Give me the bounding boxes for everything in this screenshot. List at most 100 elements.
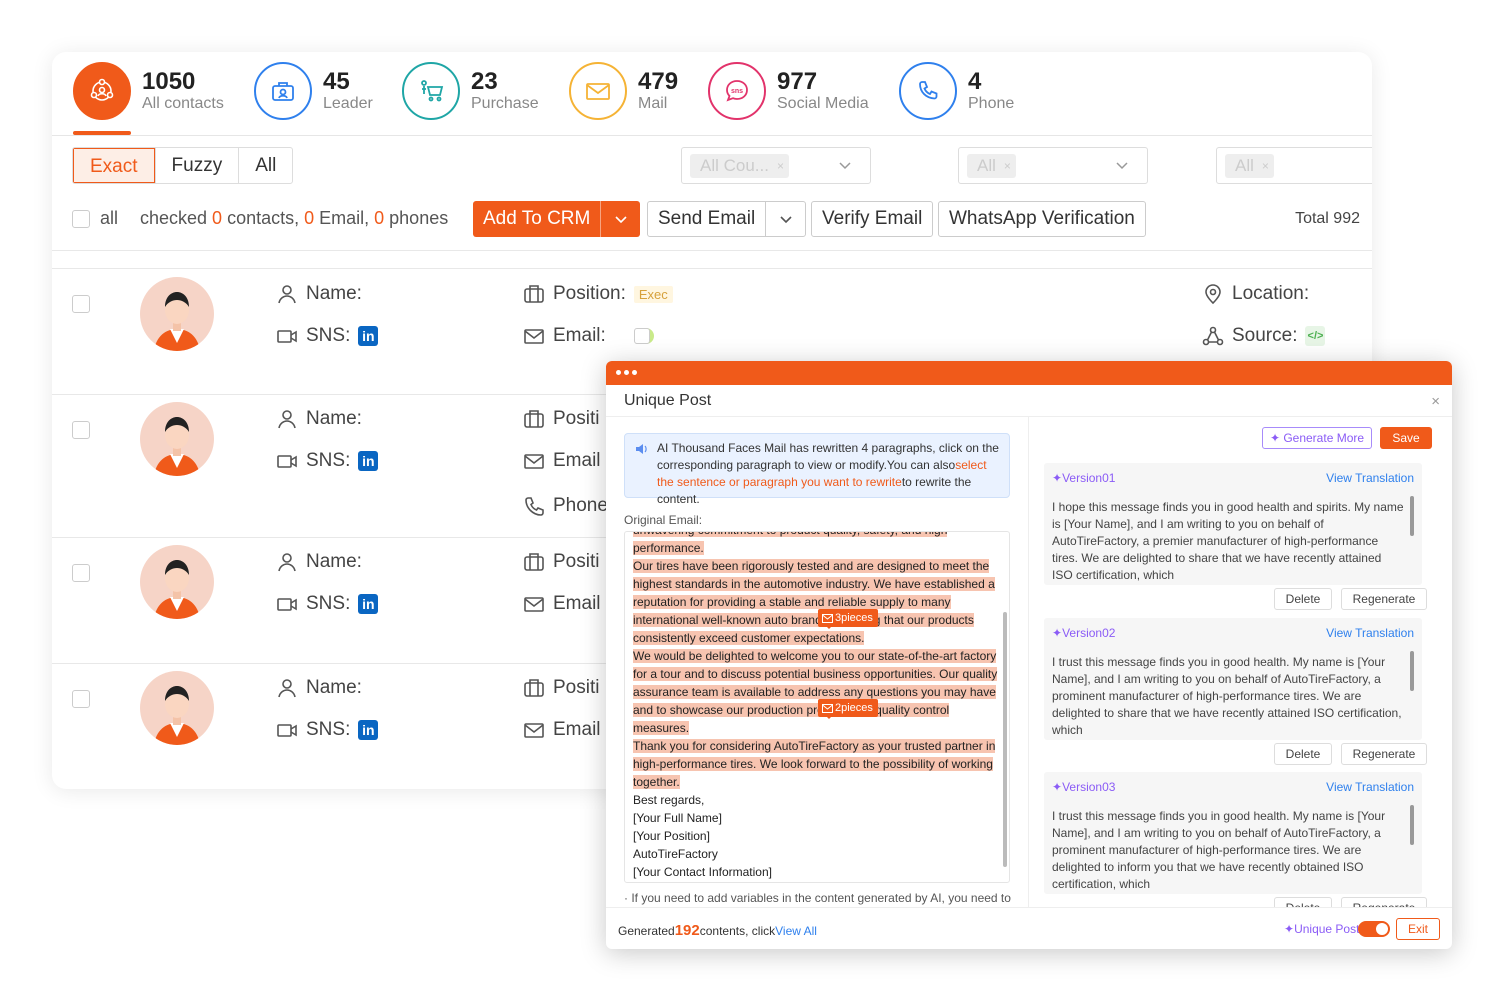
whatsapp-verification-button[interactable]: WhatsApp Verification [938,201,1146,237]
email-line[interactable]: international well-known auto brands, en… [633,613,974,627]
view-translation-link[interactable]: View Translation [1326,780,1414,794]
location-field: Location: [1202,283,1309,305]
match-mode-exact[interactable]: Exact [73,148,155,183]
add-to-crm-button[interactable]: Add To CRM [473,201,641,237]
dialog-title: Unique Post [624,392,712,409]
sns-icon: sns [708,62,766,120]
email-label: Email [553,450,601,471]
position-field: Position: Exec [523,283,673,305]
select-all-checkbox[interactable] [72,210,90,228]
second-filter-select[interactable]: All × [958,147,1148,184]
regenerate-button[interactable]: Regenerate [1341,897,1427,907]
third-filter-select[interactable]: All × [1216,147,1372,184]
source-field: Source: </> [1202,325,1326,347]
view-translation-link[interactable]: View Translation [1326,471,1414,485]
versions-pane: ✦ Generate More Save ✦Version01 View Tra… [1029,417,1452,907]
clear-tag-icon[interactable]: × [777,154,784,178]
row-checkbox[interactable] [72,564,90,582]
delete-button[interactable]: Delete [1274,897,1332,907]
linkedin-icon[interactable]: in [358,720,379,740]
unique-post-label: Unique Post [1294,922,1360,936]
version-card[interactable]: ✦Version01 View Translation I hope this … [1044,463,1422,585]
email-line[interactable]: assurance team is available to address a… [633,685,996,699]
phones-count: 0 [374,208,385,228]
unique-post-toggle[interactable] [1358,921,1390,937]
delete-button[interactable]: Delete [1274,588,1332,610]
stat-label: Leader [323,95,373,112]
match-mode-all[interactable]: All [238,148,292,183]
send-email-button[interactable]: Send Email [647,201,807,237]
clear-tag-icon[interactable]: × [1262,154,1269,178]
email-line[interactable]: [Your Full Name] [633,811,722,825]
name-field: Name: [276,551,362,573]
bulk-action-toolbar: all checked 0 contacts, 0 Email, 0 phone… [52,200,1372,238]
email-line[interactable]: measures. [633,721,690,735]
scrollbar[interactable] [1410,496,1414,536]
email-line[interactable]: high-performance tires. We look forward … [633,757,993,771]
email-line[interactable]: Thank you for considering AutoTireFactor… [633,739,996,753]
add-to-crm-dropdown[interactable] [600,201,640,237]
email-line[interactable]: AutoTireFactory [633,847,718,861]
email-line[interactable]: and to showcase our production process a… [633,703,950,717]
close-icon[interactable]: × [1431,393,1440,410]
dialog-title-bar[interactable] [606,361,1452,385]
row-checkbox[interactable] [72,295,90,313]
position-label: Positi [553,677,600,698]
view-translation-link[interactable]: View Translation [1326,626,1414,640]
row-checkbox[interactable] [72,421,90,439]
contacts-suffix: contacts, [222,208,305,228]
rewrite-count-badge[interactable]: 3pieces [818,609,878,629]
sns-label: SNS: [306,719,351,740]
row-checkbox[interactable] [72,690,90,708]
email-checkbox[interactable] [633,328,650,344]
linkedin-icon[interactable]: in [358,451,379,471]
scrollbar[interactable] [1003,612,1007,867]
clear-tag-icon[interactable]: × [1004,154,1011,178]
regenerate-button[interactable]: Regenerate [1341,743,1427,765]
envelope-icon [524,329,544,344]
original-email-content[interactable]: unwavering commitment to product quality… [624,531,1010,883]
email-line[interactable]: unwavering commitment to product quality… [633,532,948,537]
stat-label: Mail [638,95,668,112]
email-line[interactable]: consistently exceed customer expectation… [633,631,865,645]
email-line[interactable]: [Your Contact Information] [633,865,772,879]
stat-label: All contacts [142,95,224,112]
country-filter-select[interactable]: All Cou... × [681,147,871,184]
code-icon[interactable]: </> [1305,326,1326,346]
email-line[interactable]: for a tour and to discuss potential busi… [633,667,998,681]
scrollbar[interactable] [1410,651,1414,691]
delete-button[interactable]: Delete [1274,743,1332,765]
email-line[interactable]: Our tires have been rigorously tested an… [633,559,990,573]
briefcase-icon [524,679,544,697]
email-line[interactable]: Best regards, [633,793,704,807]
email-line[interactable]: performance. [633,541,704,555]
scrollbar[interactable] [1410,805,1414,845]
window-dot [616,370,621,375]
generate-more-button[interactable]: ✦ Generate More [1262,427,1372,449]
name-field: Name: [276,408,362,430]
linkedin-icon[interactable]: in [358,594,379,614]
send-email-dropdown[interactable] [765,202,805,236]
email-line[interactable]: highest standards in the automotive indu… [633,577,995,591]
briefcase-icon [524,553,544,571]
email-line[interactable]: together. [633,775,680,789]
email-line[interactable]: reputation for providing a stable and re… [633,595,951,609]
version-card[interactable]: ✦Version03 View Translation I trust this… [1044,772,1422,894]
generated-prefix: Generated [618,924,675,938]
verify-email-button[interactable]: Verify Email [811,201,934,237]
view-all-link[interactable]: View All [775,924,817,938]
chevron-down-icon [1116,162,1128,170]
exit-button[interactable]: Exit [1396,918,1440,940]
save-button[interactable]: Save [1380,427,1432,449]
name-field: Name: [276,677,362,699]
version-card[interactable]: ✦Version02 View Translation I trust this… [1044,618,1422,740]
email-line[interactable]: We would be delighted to welcome you to … [633,649,997,663]
regenerate-button[interactable]: Regenerate [1341,588,1427,610]
rewrite-info-banner: AI Thousand Faces Mail has rewritten 4 p… [624,433,1010,506]
linkedin-icon[interactable]: in [358,326,379,346]
video-icon [277,724,297,737]
rewrite-count-badge[interactable]: 2pieces [818,699,878,719]
video-icon [277,598,297,611]
match-mode-fuzzy[interactable]: Fuzzy [154,148,239,183]
email-line[interactable]: [Your Position] [633,829,710,843]
